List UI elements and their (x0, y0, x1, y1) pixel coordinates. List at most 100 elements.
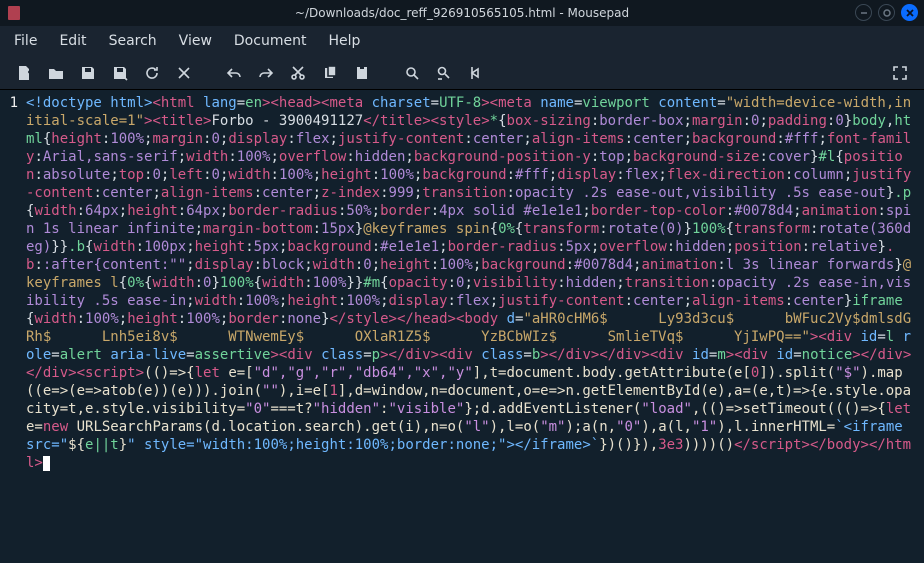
find-button[interactable] (398, 59, 426, 87)
tok: = (363, 347, 371, 363)
tok: <html (152, 95, 203, 111)
tok: m (717, 347, 725, 363)
tok: = (51, 347, 59, 363)
tok: en (245, 95, 262, 111)
tok: "d","g","r","db64","x","y" (254, 365, 473, 381)
menu-help[interactable]: Help (328, 33, 360, 49)
menubar: File Edit Search View Document Help (0, 26, 924, 56)
save-button[interactable] (74, 59, 102, 87)
tok: viewport (582, 95, 658, 111)
tok: " style="width:100%;height:100%;border:n… (127, 437, 599, 453)
maximize-button[interactable] (878, 4, 895, 21)
tok: "1" (692, 419, 717, 435)
code-area[interactable]: <!doctype html><html lang=en><head><meta… (24, 90, 924, 563)
menu-edit[interactable]: Edit (59, 33, 86, 49)
open-file-button[interactable] (42, 59, 70, 87)
tok: notice (802, 347, 853, 363)
tok: 3e3 (658, 437, 683, 453)
tok: </div> (389, 347, 440, 363)
tok: </body> (810, 437, 869, 453)
tok: })()}), (599, 437, 658, 453)
tok: = (717, 95, 725, 111)
tok: content (658, 95, 717, 111)
tok: l (886, 329, 903, 345)
tok: </script> (734, 437, 810, 453)
tok: e=[ (220, 365, 254, 381)
text-caret (43, 456, 50, 471)
redo-button[interactable] (252, 59, 280, 87)
goto-button[interactable] (462, 59, 490, 87)
tok: <body (456, 311, 507, 327)
copy-button[interactable] (316, 59, 344, 87)
tok: "l" (464, 419, 489, 435)
tok: > (726, 347, 734, 363)
tok: = (877, 329, 885, 345)
paste-button[interactable] (348, 59, 376, 87)
fullscreen-button[interactable] (886, 59, 914, 87)
find-replace-button[interactable] (430, 59, 458, 87)
tok: "visible" (388, 401, 464, 417)
save-as-button[interactable] (106, 59, 134, 87)
tok: };d.addEventListener( (464, 401, 641, 417)
css-block: *{box-sizing:border-box;margin:0;padding… (26, 113, 911, 327)
tok: = (431, 95, 439, 111)
tok: = (523, 347, 531, 363)
tok: assertive (195, 347, 271, 363)
tok: charset (372, 95, 431, 111)
cut-button[interactable] (284, 59, 312, 87)
tok: <title> (152, 113, 211, 129)
tok: id (776, 347, 793, 363)
gutter: 1 (0, 90, 24, 563)
tok: p (372, 347, 380, 363)
tok: <meta (321, 95, 372, 111)
tok: </head> (397, 311, 456, 327)
tok: <div (439, 347, 481, 363)
tok: "load" (641, 401, 692, 417)
tok: = (186, 347, 194, 363)
tok: ),l=o( (490, 419, 541, 435)
tok: </style> (330, 311, 397, 327)
tok: 1 (329, 383, 337, 399)
tok: );a(n, (565, 419, 616, 435)
tok: ),a(l, (641, 419, 692, 435)
tok: <script> (77, 365, 144, 381)
menu-file[interactable]: File (14, 33, 37, 49)
menu-view[interactable]: View (179, 33, 212, 49)
tok: </div> (861, 347, 912, 363)
tok: > (380, 347, 388, 363)
reload-button[interactable] (138, 59, 166, 87)
tok: ]).split( (759, 365, 835, 381)
tok: <style> (431, 113, 490, 129)
editor[interactable]: 1 <!doctype html><html lang=en><head><me… (0, 90, 924, 563)
undo-button[interactable] (220, 59, 248, 87)
tok: Forbo - 3900491127 (211, 113, 363, 129)
close-file-button[interactable] (170, 59, 198, 87)
app-icon (8, 6, 20, 20)
tok: > (540, 347, 548, 363)
tok: ))))() (684, 437, 735, 453)
tok: class (321, 347, 363, 363)
tok: (()=>{ (144, 365, 195, 381)
tok: class (481, 347, 523, 363)
close-button[interactable] (901, 4, 918, 21)
tok: ),i=e[ (279, 383, 330, 399)
menu-document[interactable]: Document (234, 33, 307, 49)
tok: new (43, 419, 68, 435)
tok: </div> (599, 347, 650, 363)
tok: = (237, 95, 245, 111)
tok: "" (262, 383, 279, 399)
tok: URLSearchParams(d.location.search).get(i… (68, 419, 464, 435)
tok: alert (60, 347, 111, 363)
tok: let (886, 401, 911, 417)
new-file-button[interactable] (10, 59, 38, 87)
tok: = (793, 347, 801, 363)
minimize-button[interactable] (855, 4, 872, 21)
tok: "m" (540, 419, 565, 435)
tok: e||t (85, 437, 119, 453)
tok: ),l.innerHTML= (717, 419, 835, 435)
menu-search[interactable]: Search (109, 33, 157, 49)
tok: <head> (270, 95, 321, 111)
tok: "$" (835, 365, 860, 381)
tok: } (119, 437, 127, 453)
line-number: 1 (0, 94, 18, 112)
